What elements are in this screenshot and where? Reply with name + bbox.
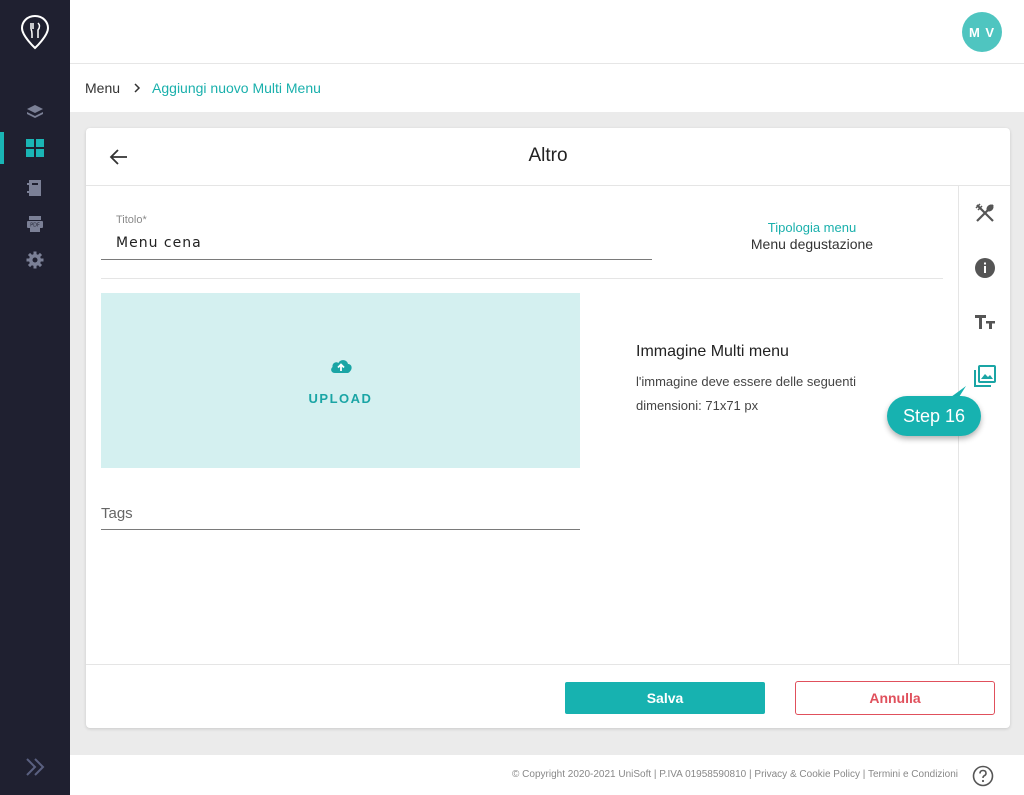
image-section-title: Immagine Multi menu [636, 343, 789, 360]
breadcrumb: Menu Aggiungi nuovo Multi Menu [70, 64, 1024, 112]
image-section-description: l'immagine deve essere delle seguenti di… [636, 374, 856, 413]
tipologia-label: Tipologia menu [767, 220, 857, 235]
breadcrumb-root[interactable]: Menu [85, 80, 120, 96]
top-bar: M V [70, 0, 1024, 64]
sidebar-item-dashboard[interactable] [0, 132, 70, 164]
layers-icon [27, 105, 43, 118]
sidebar: PDF [0, 0, 70, 795]
page-title: Altro [528, 145, 568, 166]
sidebar-item-layers[interactable] [0, 96, 70, 128]
section-divider [101, 278, 943, 279]
info-icon[interactable] [974, 257, 996, 279]
titolo-underline [101, 259, 652, 260]
gear-icon [26, 251, 44, 269]
card-footer-divider [86, 664, 1010, 665]
sidebar-item-pdf[interactable]: PDF [0, 208, 70, 240]
tutorial-step-badge: Step 16 [887, 396, 981, 436]
logo-icon[interactable] [20, 14, 50, 50]
tipologia-value[interactable]: Menu degustazione [726, 236, 898, 252]
pdf-icon: PDF [27, 216, 43, 232]
page-footer: © Copyright 2020-2021 UniSoft | P.IVA 01… [70, 755, 1024, 795]
card-header: Altro [86, 128, 1010, 186]
tags-underline [101, 529, 580, 530]
svg-text:PDF: PDF [30, 223, 40, 229]
sidebar-item-menu-book[interactable] [0, 172, 70, 204]
image-gallery-icon[interactable] [974, 365, 996, 387]
help-icon[interactable] [972, 765, 994, 787]
book-icon [27, 180, 41, 196]
text-size-icon[interactable] [974, 311, 996, 333]
avatar[interactable]: M V [962, 12, 1002, 52]
expand-sidebar-icon[interactable] [24, 756, 46, 778]
fork-knife-icon[interactable] [974, 202, 996, 224]
upload-dropzone[interactable]: UPLOAD [101, 293, 580, 468]
tags-input[interactable]: Tags [101, 505, 133, 522]
grid-icon [26, 139, 44, 157]
sidebar-item-settings[interactable] [0, 244, 70, 276]
upload-label: UPLOAD [308, 391, 373, 406]
breadcrumb-current: Aggiungi nuovo Multi Menu [152, 80, 321, 96]
copyright-text: © Copyright 2020-2021 UniSoft | P.IVA 01… [512, 769, 958, 780]
chevron-right-icon [134, 83, 141, 93]
cloud-upload-icon [331, 360, 352, 373]
titolo-input[interactable]: Menu cena [116, 235, 202, 251]
titolo-label: Titolo* [116, 214, 147, 226]
form-card: Altro Titolo* Menu cena Tipologia menu M… [86, 128, 1010, 728]
save-button[interactable]: Salva [565, 682, 765, 714]
cancel-button[interactable]: Annulla [795, 681, 995, 715]
